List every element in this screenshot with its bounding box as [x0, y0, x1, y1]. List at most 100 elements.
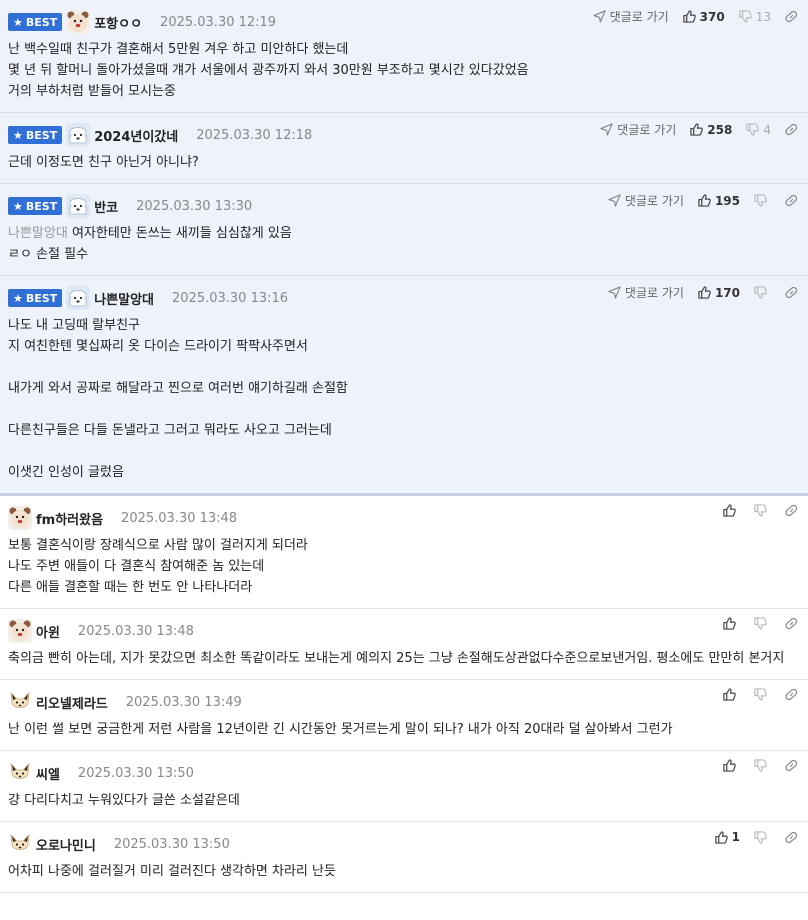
copy-link-button[interactable]	[785, 504, 798, 517]
best-badge: ★ BEST	[8, 126, 63, 144]
author-nickname[interactable]: 씨엘	[36, 764, 60, 783]
avatar[interactable]	[66, 123, 91, 147]
comment-body: 난 이런 썰 보면 궁금한게 저런 사람을 12년이란 긴 시간동안 못거르는게…	[8, 715, 808, 750]
thumbs-up-icon	[723, 504, 736, 517]
author-nickname[interactable]: 오로나민니	[36, 835, 96, 854]
copy-link-button[interactable]	[785, 688, 798, 701]
comment-item: ★ BEST 포항ㅇㅇ 2025.03.30 12:19 댓글로 가기 370 …	[0, 0, 808, 113]
thumbs-down-icon	[746, 123, 760, 136]
like-button[interactable]: 195	[698, 194, 740, 208]
dislike-button[interactable]	[754, 286, 771, 299]
best-badge: ★ BEST	[8, 289, 63, 307]
star-icon: ★	[13, 128, 23, 142]
comment-actions: 댓글로 가기 258 4	[600, 121, 798, 138]
copy-link-button[interactable]	[785, 831, 798, 844]
comment-body: 난 백수일때 친구가 결혼해서 5만원 겨우 하고 미안하다 했는데 몇 년 뒤…	[8, 35, 808, 112]
star-icon: ★	[13, 199, 23, 213]
thumbs-down-icon	[739, 10, 752, 23]
comment-actions	[723, 688, 798, 701]
link-icon	[785, 688, 798, 701]
thumbs-up-icon	[698, 194, 711, 207]
dislike-button[interactable]	[754, 504, 771, 517]
dislike-count: 13	[755, 9, 771, 24]
dislike-button[interactable]	[754, 688, 771, 701]
comment-item: fm하러왔음 2025.03.30 13:48 보통 결혼식이랑 장례식으로 사…	[0, 496, 808, 609]
thumbs-down-icon	[754, 617, 767, 630]
copy-link-button[interactable]	[785, 286, 798, 299]
avatar[interactable]	[8, 506, 32, 530]
dislike-count: 4	[763, 122, 771, 137]
dislike-button[interactable]	[754, 759, 771, 772]
avatar[interactable]	[8, 761, 32, 785]
copy-link-button[interactable]	[785, 194, 798, 207]
copy-link-button[interactable]	[785, 10, 798, 23]
comment-actions	[723, 617, 798, 630]
comment-actions	[723, 759, 798, 772]
like-button[interactable]	[723, 617, 740, 630]
avatar[interactable]	[8, 690, 32, 714]
comment-text: 근데 이정도면 친구 아닌거 아니냐?	[8, 155, 199, 170]
thumbs-up-icon	[682, 10, 696, 23]
like-count: 1	[731, 830, 740, 844]
best-badge-label: BEST	[25, 128, 58, 142]
dislike-button[interactable]	[754, 194, 771, 207]
quoted-user[interactable]: 나쁜말앙대	[8, 226, 68, 241]
avatar[interactable]	[66, 10, 91, 34]
go-to-reply-label: 댓글로 가기	[617, 123, 677, 137]
link-icon	[785, 10, 798, 23]
like-button[interactable]: 1	[714, 830, 740, 844]
copy-link-button[interactable]	[785, 759, 798, 772]
like-button[interactable]	[723, 759, 740, 772]
avatar[interactable]	[8, 619, 32, 643]
go-to-reply-button[interactable]: 댓글로 가기	[608, 192, 684, 209]
like-button[interactable]: 370	[682, 10, 725, 24]
author-nickname[interactable]: 반코	[94, 197, 118, 216]
comment-actions	[723, 504, 798, 517]
author-nickname[interactable]: 리오넬제라드	[36, 693, 108, 712]
go-to-reply-button[interactable]: 댓글로 가기	[600, 121, 676, 138]
author-nickname[interactable]: 나쁜말앙대	[94, 289, 154, 308]
like-button[interactable]	[723, 688, 740, 701]
star-icon: ★	[13, 15, 23, 29]
go-to-reply-button[interactable]: 댓글로 가기	[592, 8, 669, 25]
dislike-button[interactable]: 4	[746, 123, 771, 137]
thumbs-down-icon	[754, 194, 767, 207]
thumbs-up-icon	[723, 617, 736, 630]
go-to-reply-button[interactable]: 댓글로 가기	[608, 284, 684, 301]
comment-actions: 댓글로 가기 370 13	[592, 8, 798, 25]
comment-item: ★ BEST 나쁜말앙대 2025.03.30 13:16 댓글로 가기 170	[0, 276, 808, 496]
thumbs-down-icon	[754, 688, 767, 701]
link-icon	[785, 831, 798, 843]
comment-body: 근데 이정도면 친구 아닌거 아니냐?	[8, 148, 808, 183]
like-button[interactable]	[723, 504, 740, 517]
dislike-button[interactable]	[754, 617, 771, 630]
comment-item: 씨엘 2025.03.30 13:50 걍 다리다치고 누워있다가 글쓴 소설같…	[0, 751, 808, 822]
thumbs-up-icon	[698, 286, 711, 299]
dislike-button[interactable]: 13	[739, 10, 771, 24]
star-icon: ★	[13, 291, 23, 305]
comment-list: ★ BEST 포항ㅇㅇ 2025.03.30 12:19 댓글로 가기 370 …	[0, 0, 808, 893]
comment-body: 축의금 빤히 아는데, 지가 못갔으면 최소한 똑같이라도 보내는게 예의지 2…	[8, 644, 808, 679]
author-nickname[interactable]: fm하러왔음	[36, 509, 103, 528]
comment-body: 보통 결혼식이랑 장례식으로 사람 많이 걸러지게 되더라 나도 주변 애들이 …	[8, 531, 808, 608]
author-nickname[interactable]: 아윈	[36, 622, 60, 641]
copy-link-button[interactable]	[785, 617, 798, 630]
copy-link-button[interactable]	[785, 123, 798, 136]
comment-header: 리오넬제라드 2025.03.30 13:49	[8, 689, 808, 715]
thumbs-up-icon	[723, 759, 736, 772]
author-nickname[interactable]: 2024년이갔네	[94, 126, 178, 145]
like-button[interactable]: 170	[698, 286, 740, 300]
avatar[interactable]	[66, 194, 91, 218]
avatar[interactable]	[66, 286, 91, 310]
like-button[interactable]: 258	[690, 123, 732, 137]
comment-actions: 1	[714, 830, 798, 844]
comment-date: 2025.03.30 13:50	[77, 765, 194, 781]
dislike-button[interactable]	[754, 830, 771, 844]
avatar[interactable]	[8, 832, 32, 856]
comment-body: 나도 내 고딩때 랄부친구 지 여친한텐 몇십짜리 옷 다이슨 드라이기 팍팍사…	[8, 311, 808, 493]
comment-text: 어차피 나중에 걸러질거 미리 걸러진다 생각하면 차라리 난듯	[8, 864, 336, 879]
best-badge-label: BEST	[25, 15, 58, 29]
best-badge: ★ BEST	[8, 13, 63, 31]
author-nickname[interactable]: 포항ㅇㅇ	[94, 13, 142, 32]
go-to-reply-label: 댓글로 가기	[624, 194, 684, 208]
